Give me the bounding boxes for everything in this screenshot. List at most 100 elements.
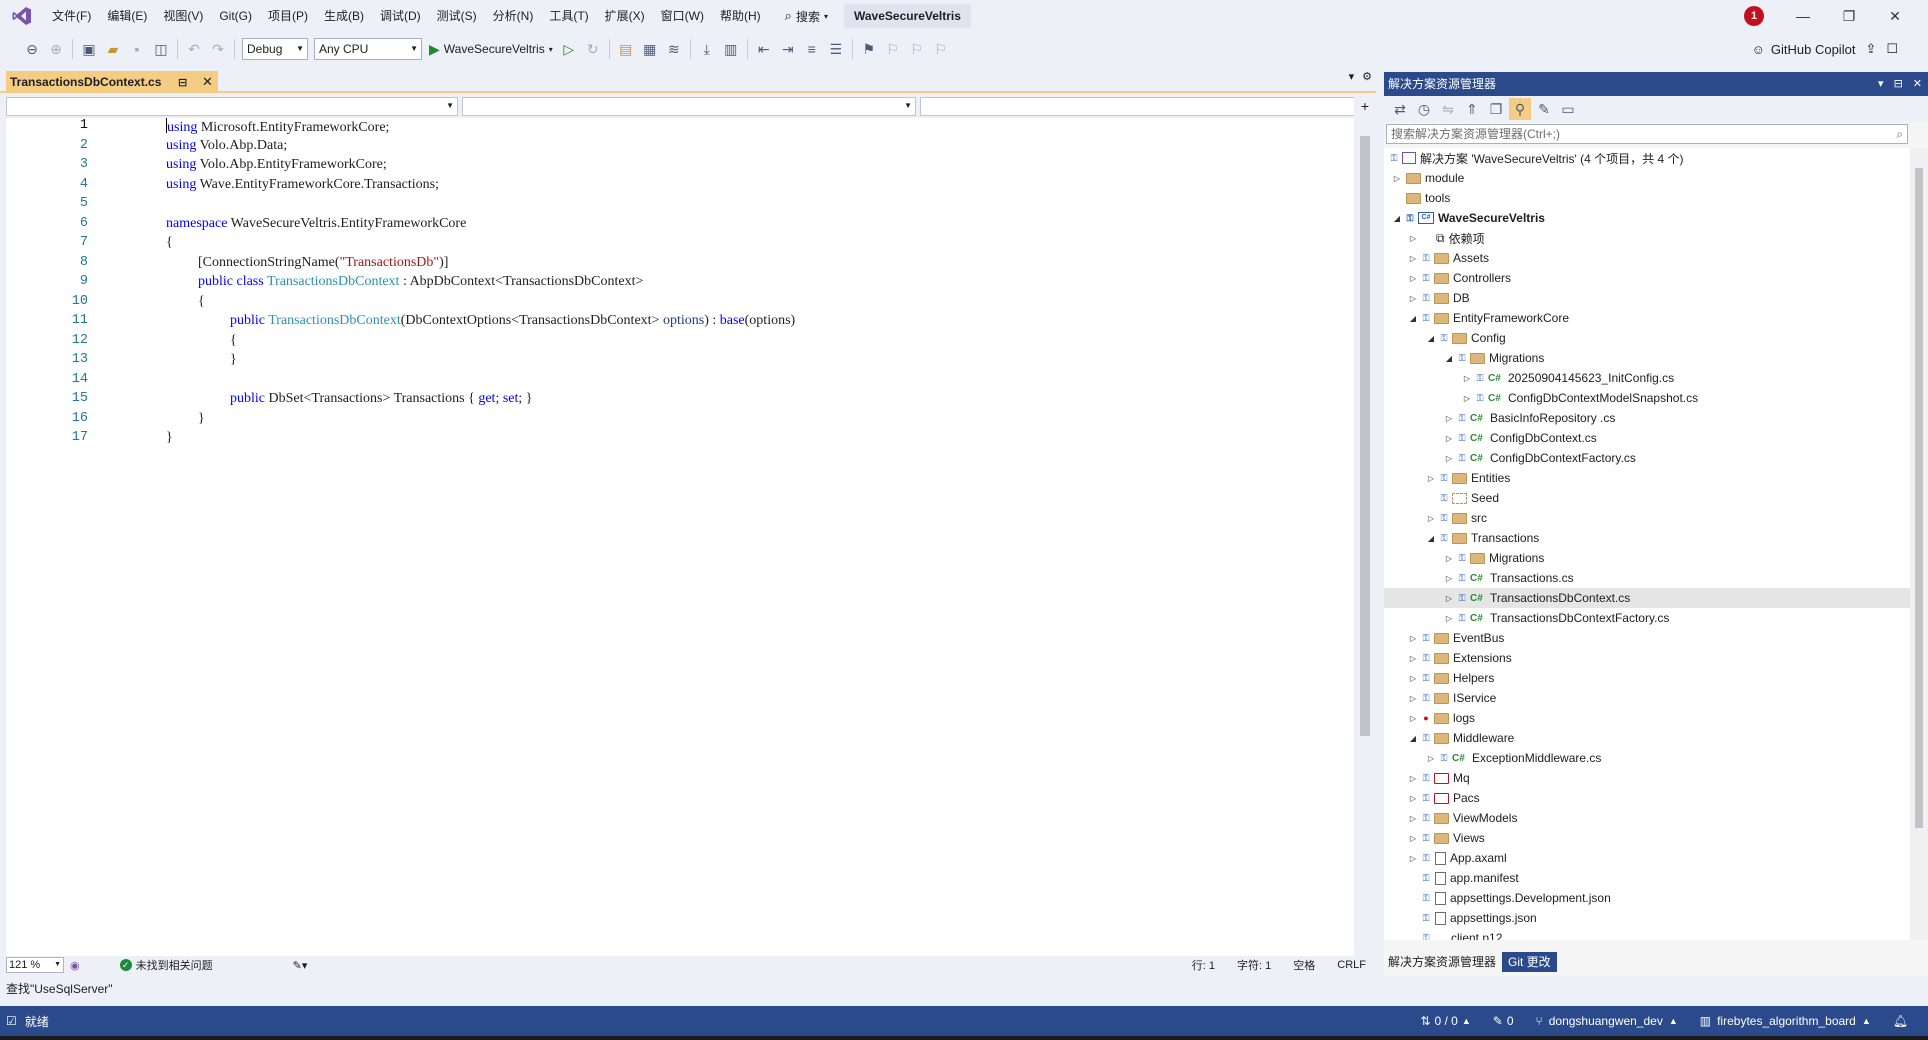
menu-build[interactable]: 生成(B) [316, 0, 372, 32]
notifications-bell[interactable]: 🔔︎ [1893, 1014, 1908, 1028]
tree-item-folder[interactable]: ◢ ⚿ Migrations [1384, 348, 1910, 368]
menu-project[interactable]: 项目(P) [260, 0, 316, 32]
close-icon[interactable]: ✕ [1913, 72, 1922, 96]
tree-item-folder[interactable]: ▷ ⚿ ViewModels [1384, 808, 1910, 828]
tree-item-file[interactable]: ▷ ⚿ C# Transactions.cs [1384, 568, 1910, 588]
pending-changes-icon[interactable]: ⇋ [1437, 98, 1459, 120]
back-icon[interactable]: ⊖ [21, 38, 43, 60]
issues-indicator[interactable]: ✓ 未找到相关问题 [119, 957, 213, 973]
scrollbar-thumb[interactable] [1915, 168, 1923, 828]
menu-git[interactable]: Git(G) [211, 0, 260, 32]
code-editor[interactable]: 1 2 3 4 5 6 7 8 9 10 11 12 13 14 15 16 1… [6, 118, 1354, 956]
tree-item-file[interactable]: ▷ ⚿ App.axaml [1384, 848, 1910, 868]
tree-item-file[interactable]: ▷ ⚿ C# ConfigDbContext.cs [1384, 428, 1910, 448]
tree-item-file[interactable]: ⚿ appsettings.json [1384, 908, 1910, 928]
tree-item-file[interactable]: ▷ ⚿ C# ConfigDbContextFactory.cs [1384, 448, 1910, 468]
tree-item-file[interactable]: ▷ ⚿ C# ConfigDbContextModelSnapshot.cs [1384, 388, 1910, 408]
tab-solution-explorer[interactable]: 解决方案资源管理器 [1384, 952, 1501, 972]
new-item-icon[interactable]: ▣ [78, 38, 100, 60]
tab-dropdown-icon[interactable]: ▾ [1349, 70, 1355, 83]
tree-item-solution[interactable]: ⚿ 解决方案 'WaveSecureVeltris' (4 个项目，共 4 个) [1384, 148, 1910, 168]
tree-item-folder[interactable]: ▷ ⚿ Migrations [1384, 548, 1910, 568]
save-icon[interactable]: ▪ [126, 38, 148, 60]
tree-item-folder[interactable]: ◢ ⚿ Transactions [1384, 528, 1910, 548]
next-bookmark-icon[interactable]: ⚐ [906, 38, 928, 60]
editor-vertical-scrollbar[interactable] [1354, 118, 1376, 956]
zoom-select[interactable]: 121 % ▼ [6, 957, 64, 973]
editor-tab-active[interactable]: TransactionsDbContext.cs ⊟ ✕ [6, 71, 218, 93]
menu-edit[interactable]: 编辑(E) [99, 0, 155, 32]
menu-window[interactable]: 窗口(W) [653, 0, 712, 32]
scrollbar-thumb[interactable] [1360, 136, 1370, 736]
tree-item-folder[interactable]: ▷ ⚿ Mq [1384, 768, 1910, 788]
tree-item-folder[interactable]: ▷ ⚿ Entities [1384, 468, 1910, 488]
tree-item-file[interactable]: ⚿ app.manifest [1384, 868, 1910, 888]
platform-select[interactable]: Any CPU ▼ [314, 38, 422, 60]
git-changes-status[interactable]: ✎ 0 [1493, 1014, 1514, 1028]
solution-tree-scrollbar[interactable] [1910, 148, 1928, 940]
tree-item-folder[interactable]: ◢ ⚿ Config [1384, 328, 1910, 348]
github-copilot-button[interactable]: ☺ GitHub Copilot ⇪ ☐ [1752, 32, 1898, 66]
tree-item-folder[interactable]: ▷ ⚿ Views [1384, 828, 1910, 848]
filter-icon[interactable]: ⚲ [1509, 98, 1531, 120]
settings-gear-icon[interactable]: ⚙ [1362, 70, 1372, 83]
show-all-files-icon[interactable]: ❐ [1485, 98, 1507, 120]
line-indicator[interactable]: 行: 1 [1192, 957, 1215, 973]
visual-studio-logo-icon[interactable] [0, 0, 44, 32]
menu-test[interactable]: 测试(S) [429, 0, 485, 32]
copilot-status-icon[interactable]: ◉ [70, 959, 80, 972]
uncomment-icon[interactable]: ☰ [825, 38, 847, 60]
member-combo[interactable]: ▼ [920, 96, 1366, 116]
tree-item-folder[interactable]: ⚿ Seed [1384, 488, 1910, 508]
line-ending-indicator[interactable]: CRLF [1337, 959, 1366, 971]
sync-icon[interactable]: ⇄ [1389, 98, 1411, 120]
panel-splitter[interactable] [1376, 66, 1384, 976]
close-window-button[interactable]: ✕ [1872, 0, 1918, 32]
indent-icon[interactable]: ⇥ [777, 38, 799, 60]
tree-item-folder[interactable]: ▷ ⚿ IService [1384, 688, 1910, 708]
save-all-icon[interactable]: ◫ [150, 38, 172, 60]
dropdown-icon[interactable]: ▾ [1878, 72, 1884, 96]
tree-item-folder[interactable]: ▷ ⚿ Helpers [1384, 668, 1910, 688]
git-branch-status[interactable]: ⑂ dongshuangwen_dev ▲ [1536, 1014, 1678, 1028]
menu-analyze[interactable]: 分析(N) [485, 0, 542, 32]
type-combo[interactable]: ▼ [462, 96, 916, 116]
pin-icon[interactable]: ⊟ [178, 76, 187, 89]
browse-icon[interactable]: ▤ [615, 38, 637, 60]
start-debugging-button[interactable]: ▶ WaveSecureVeltris ▾ [429, 41, 553, 58]
tree-item-folder[interactable]: ▷ module [1384, 168, 1910, 188]
properties-icon[interactable]: ✎ [1533, 98, 1555, 120]
tree-item-project[interactable]: ◢ ⚿ C# WaveSecureVeltris [1384, 208, 1910, 228]
menu-view[interactable]: 视图(V) [155, 0, 211, 32]
undo-icon[interactable]: ↶ [183, 38, 205, 60]
menu-debug[interactable]: 调试(D) [372, 0, 429, 32]
tree-item-folder[interactable]: tools [1384, 188, 1910, 208]
menu-help[interactable]: 帮助(H) [712, 0, 769, 32]
tree-item-file[interactable]: ⚿ client.p12 [1384, 928, 1910, 940]
tree-item-file[interactable]: ▷ ⚿ C# TransactionsDbContextFactory.cs [1384, 608, 1910, 628]
tree-item-file[interactable]: ▷ ⚿ C# BasicInfoRepository .cs [1384, 408, 1910, 428]
split-editor-icon[interactable]: + [1354, 95, 1376, 117]
redo-icon[interactable]: ↷ [207, 38, 229, 60]
start-without-debugging-icon[interactable]: ▷ [558, 38, 580, 60]
git-sync-status[interactable]: ⇅ 0 / 0 ▲ [1420, 1014, 1470, 1028]
bookmark-icon[interactable]: ⚑ [858, 38, 880, 60]
history-icon[interactable]: ◷ [1413, 98, 1435, 120]
tree-item-folder[interactable]: ◢ ⚿ EntityFrameworkCore [1384, 308, 1910, 328]
step-icon[interactable]: ⤓ [696, 38, 718, 60]
layout-icon[interactable]: ▦ [639, 38, 661, 60]
project-combo[interactable]: ▼ [6, 96, 458, 116]
search-button[interactable]: ⌕ 搜索 ▾ [775, 0, 838, 32]
restore-button[interactable]: ❐ [1826, 0, 1872, 32]
comment-icon[interactable]: ≡ [801, 38, 823, 60]
menu-extensions[interactable]: 扩展(X) [597, 0, 653, 32]
close-tab-icon[interactable]: ✕ [202, 74, 213, 90]
tree-item-file[interactable]: ▷ ⚿ C# ExceptionMiddleware.cs [1384, 748, 1910, 768]
tree-item-folder[interactable]: ▷ ⚿ Controllers [1384, 268, 1910, 288]
git-repo-status[interactable]: ▥ firebytes_algorithm_board ▲ [1700, 1014, 1871, 1028]
forward-icon[interactable]: ⊕ [45, 38, 67, 60]
cleanup-icon[interactable]: ✎▾ [293, 959, 308, 972]
whitespace-indicator[interactable]: 空格 [1293, 957, 1315, 973]
tree-item-folder[interactable]: ▷ ⚿ Assets [1384, 248, 1910, 268]
format-icon[interactable]: ≋ [663, 38, 685, 60]
